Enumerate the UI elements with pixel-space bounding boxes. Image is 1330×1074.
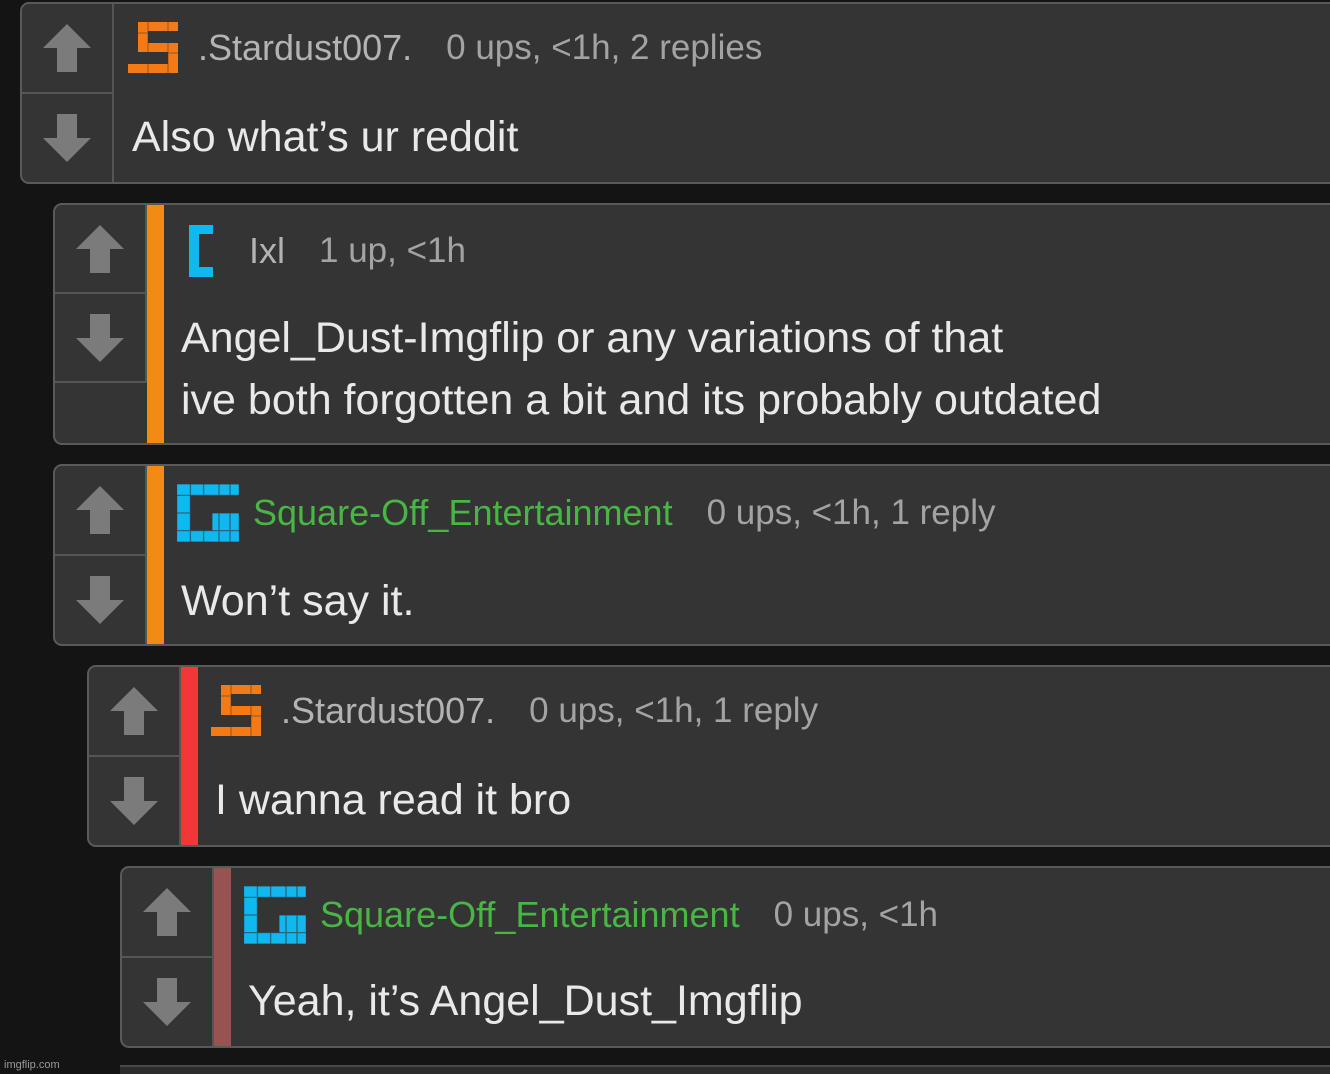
arrow-down-icon: [140, 975, 194, 1029]
arrow-down-icon: [107, 774, 161, 828]
arrow-up-icon: [73, 483, 127, 537]
upvote-button[interactable]: [122, 868, 212, 958]
comment-header: .Stardust007. 0 ups, <1h, 1 reply: [207, 681, 818, 741]
comment-text: Won’t say it.: [181, 577, 415, 625]
comment-header: Square-Off_Entertainment 0 ups, <1h, 1 r…: [173, 480, 996, 546]
vote-column: [22, 4, 114, 182]
orange-s-avatar[interactable]: [207, 681, 267, 741]
comment-4: .Stardust007. 0 ups, <1h, 1 reply I wann…: [87, 665, 1330, 847]
blue-g-avatar[interactable]: [240, 882, 310, 948]
arrow-down-icon: [73, 311, 127, 365]
blue-c-avatar[interactable]: [171, 221, 231, 281]
vote-column: [55, 466, 147, 644]
upvote-button[interactable]: [89, 667, 179, 757]
comment-text: Angel_Dust-Imgflip or any variations of …: [181, 314, 1102, 424]
downvote-button[interactable]: [89, 757, 179, 845]
arrow-up-icon: [107, 684, 161, 738]
comment-text: I wanna read it bro: [215, 776, 572, 824]
username-link[interactable]: Ixl: [249, 230, 285, 272]
vote-column: [89, 667, 181, 845]
downvote-button[interactable]: [22, 94, 112, 182]
comment-meta: 0 ups, <1h: [773, 895, 939, 934]
arrow-up-icon: [73, 222, 127, 276]
upvote-button[interactable]: [55, 205, 145, 294]
comment-header: Square-Off_Entertainment 0 ups, <1h: [240, 882, 938, 948]
arrow-up-icon: [40, 21, 94, 75]
comment-3: Square-Off_Entertainment 0 ups, <1h, 1 r…: [53, 464, 1330, 646]
comment-header: Ixl 1 up, <1h: [171, 221, 466, 281]
comment-2: Ixl 1 up, <1h Angel_Dust-Imgflip or any …: [53, 203, 1330, 445]
thread-depth-bar: [147, 466, 164, 644]
comment-5: Square-Off_Entertainment 0 ups, <1h Yeah…: [120, 866, 1330, 1048]
comment-meta: 0 ups, <1h, 1 reply: [529, 691, 819, 730]
blue-g-avatar[interactable]: [173, 480, 243, 546]
arrow-down-icon: [73, 573, 127, 627]
arrow-up-icon: [140, 885, 194, 939]
comment-header: .Stardust007. 0 ups, <1h, 2 replies: [124, 18, 762, 78]
orange-s-avatar[interactable]: [124, 18, 184, 78]
username-link[interactable]: .Stardust007.: [198, 27, 412, 69]
imgflip-watermark: imgflip.com: [4, 1059, 60, 1071]
vote-column: [122, 868, 214, 1046]
comment-meta: 0 ups, <1h, 1 reply: [706, 493, 996, 532]
username-link[interactable]: Square-Off_Entertainment: [320, 894, 740, 936]
comment-meta: 0 ups, <1h, 2 replies: [446, 28, 763, 67]
vote-column: [55, 205, 147, 383]
comment-1: .Stardust007. 0 ups, <1h, 2 replies Also…: [20, 2, 1330, 184]
downvote-button[interactable]: [55, 556, 145, 644]
next-comment-edge: [120, 1065, 1330, 1074]
username-link[interactable]: .Stardust007.: [281, 690, 495, 732]
comment-text: Also what’s ur reddit: [132, 113, 519, 161]
username-link[interactable]: Square-Off_Entertainment: [253, 492, 673, 534]
thread-depth-bar: [181, 667, 198, 845]
thread-depth-bar: [214, 868, 231, 1046]
downvote-button[interactable]: [122, 958, 212, 1046]
comment-text: Yeah, it’s Angel_Dust_Imgflip: [248, 977, 803, 1025]
arrow-down-icon: [40, 111, 94, 165]
comment-meta: 1 up, <1h: [319, 231, 466, 270]
downvote-button[interactable]: [55, 294, 145, 381]
upvote-button[interactable]: [55, 466, 145, 556]
upvote-button[interactable]: [22, 4, 112, 94]
thread-depth-bar: [147, 205, 164, 443]
